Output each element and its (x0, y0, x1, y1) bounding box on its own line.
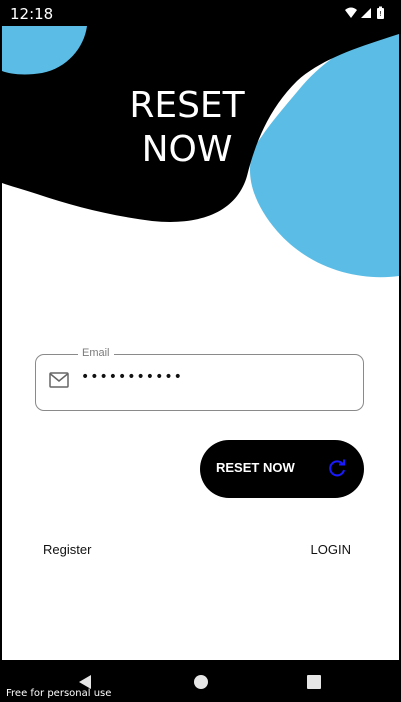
signal-icon (361, 8, 371, 18)
home-icon[interactable] (193, 674, 209, 690)
status-bar: 12:18 ! (0, 0, 401, 26)
reset-button-label: RESET NOW (216, 460, 295, 475)
email-field[interactable]: Email ••••••••••• (35, 347, 364, 411)
reset-screen: RESET NOW Email ••••••••••• RESET NOW Re… (2, 26, 399, 660)
login-link[interactable]: LOGIN (311, 542, 351, 557)
email-value: ••••••••••• (81, 369, 183, 385)
battery-icon: ! (377, 6, 384, 19)
svg-text:!: ! (379, 10, 382, 18)
status-icons: ! (343, 5, 391, 21)
watermark-text: Free for personal use (6, 688, 112, 699)
status-time: 12:18 (10, 5, 54, 23)
title-line-2: NOW (141, 129, 233, 170)
mail-icon (49, 372, 69, 388)
wifi-icon (345, 7, 357, 18)
phone-frame: 12:18 ! RESET NOW Email ••••••••••• RESE… (0, 0, 401, 702)
register-link[interactable]: Register (43, 542, 91, 557)
title-line-1: RESET (129, 85, 245, 126)
recents-icon[interactable] (306, 674, 322, 690)
reset-now-button[interactable]: RESET NOW (200, 440, 364, 498)
refresh-icon (329, 459, 345, 477)
page-title: RESET NOW (102, 84, 272, 172)
email-label: Email (78, 347, 114, 359)
navigation-bar: Free for personal use (0, 660, 401, 702)
